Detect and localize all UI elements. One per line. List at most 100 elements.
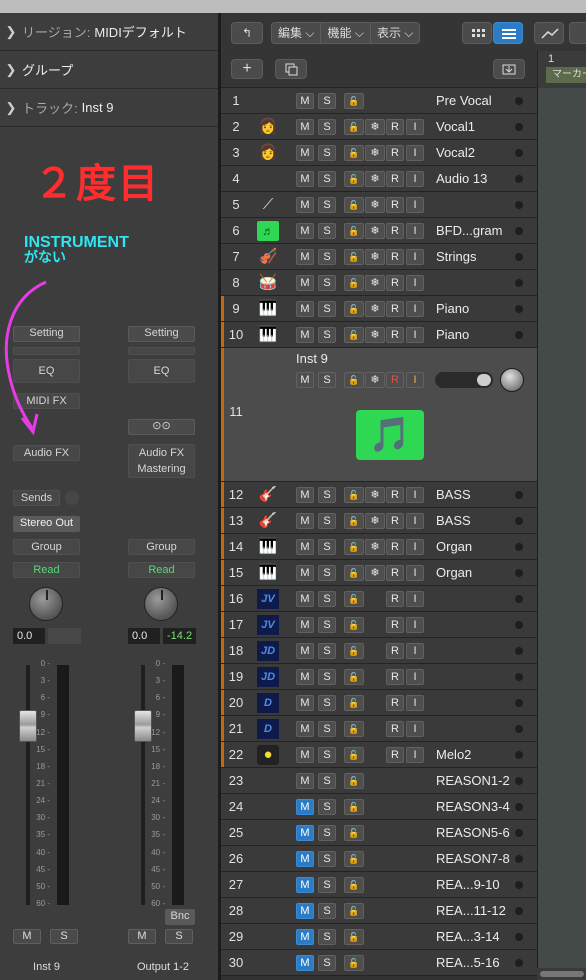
strip-mute-button[interactable]: M <box>13 929 41 944</box>
track-freeze-icon[interactable]: ❄ <box>365 249 385 265</box>
track-lock-icon[interactable]: 🔓 <box>344 721 364 737</box>
track-icon[interactable]: 🎹 <box>257 299 279 319</box>
track-freeze-icon[interactable]: ❄ <box>365 197 385 213</box>
track-name[interactable]: Inst 9 <box>296 351 328 366</box>
track-input-monitor-button[interactable]: I <box>406 695 424 711</box>
track-record-button[interactable]: R <box>386 591 404 607</box>
track-icon[interactable]: 👩 <box>257 143 279 163</box>
track-record-button[interactable]: R <box>386 197 404 213</box>
track-solo-button[interactable]: S <box>318 643 336 659</box>
track-record-button[interactable]: R <box>386 721 404 737</box>
track-lock-icon[interactable]: 🔓 <box>344 301 364 317</box>
track-row[interactable]: 27 M S 🔓 REA...9-10 <box>221 872 537 898</box>
track-solo-button[interactable]: S <box>318 929 336 945</box>
group-slot[interactable]: Group <box>13 539 80 555</box>
track-solo-button[interactable]: S <box>318 372 336 388</box>
tray-button[interactable] <box>493 59 525 79</box>
track-mute-button[interactable]: M <box>296 669 314 685</box>
track-input-monitor-button[interactable]: I <box>406 747 424 763</box>
track-name[interactable]: REA...3-14 <box>436 929 500 944</box>
track-lock-icon[interactable]: 🔓 <box>344 145 364 161</box>
track-solo-button[interactable]: S <box>318 223 336 239</box>
track-input-monitor-button[interactable]: I <box>406 513 424 529</box>
track-row[interactable]: 13 🎸 M S 🔓 ❄ R I BASS <box>221 508 537 534</box>
track-freeze-icon[interactable]: ❄ <box>365 372 385 388</box>
track-input-monitor-button[interactable]: I <box>406 197 424 213</box>
track-input-monitor-button[interactable]: I <box>406 119 424 135</box>
volume-fader[interactable] <box>19 710 37 742</box>
track-name[interactable]: Pre Vocal <box>436 93 492 108</box>
track-icon[interactable]: 🎻 <box>257 247 279 267</box>
track-freeze-icon[interactable]: ❄ <box>365 145 385 161</box>
track-lock-icon[interactable]: 🔓 <box>344 669 364 685</box>
track-lock-icon[interactable]: 🔓 <box>344 955 364 971</box>
track-mute-button[interactable]: M <box>296 223 314 239</box>
track-row[interactable]: 10 🎹 M S 🔓 ❄ R I Piano <box>221 322 537 348</box>
track-name[interactable]: Melo2 <box>436 747 471 762</box>
track-mute-button[interactable]: M <box>296 617 314 633</box>
track-name[interactable]: Piano <box>436 301 469 316</box>
track-solo-button[interactable]: S <box>318 695 336 711</box>
track-name[interactable]: Strings <box>436 249 476 264</box>
menu-function[interactable]: 機能 ⌵ <box>321 23 371 43</box>
instrument-icon[interactable]: 🎵 <box>356 410 424 460</box>
track-record-button[interactable]: R <box>386 617 404 633</box>
track-icon[interactable]: ⟋ <box>257 195 279 215</box>
add-track-button[interactable]: + <box>231 59 263 79</box>
track-name[interactable]: Piano <box>436 327 469 342</box>
track-input-monitor-button[interactable]: I <box>406 643 424 659</box>
track-lock-icon[interactable]: 🔓 <box>344 747 364 763</box>
track-solo-button[interactable]: S <box>318 171 336 187</box>
track-name[interactable]: REASON1-2 <box>436 773 510 788</box>
pan-knob[interactable] <box>29 587 63 621</box>
group-inspector-row[interactable]: ❯ グループ <box>0 51 218 89</box>
track-row[interactable]: 9 🎹 M S 🔓 ❄ R I Piano <box>221 296 537 322</box>
track-name[interactable]: REASON7-8 <box>436 851 510 866</box>
track-lock-icon[interactable]: 🔓 <box>344 275 364 291</box>
track-mute-button[interactable]: M <box>296 93 314 109</box>
track-freeze-icon[interactable]: ❄ <box>365 301 385 317</box>
track-row[interactable]: 11🎵MS🔓❄RIInst 9🎵 <box>221 348 537 482</box>
output-button[interactable]: Stereo Out <box>13 516 80 532</box>
track-row[interactable]: 23 M S 🔓 REASON1-2 <box>221 768 537 794</box>
track-row[interactable]: 6 ♬ M S 🔓 ❄ R I BFD...gram <box>221 218 537 244</box>
track-row[interactable]: 7 🎻 M S 🔓 ❄ R I Strings <box>221 244 537 270</box>
track-name[interactable]: REASON5-6 <box>436 825 510 840</box>
track-icon[interactable]: ♬ <box>257 221 279 241</box>
track-lock-icon[interactable]: 🔓 <box>344 825 364 841</box>
track-solo-button[interactable]: S <box>318 539 336 555</box>
track-name[interactable]: REA...11-12 <box>436 903 506 918</box>
track-solo-button[interactable]: S <box>318 145 336 161</box>
track-lock-icon[interactable]: 🔓 <box>344 799 364 815</box>
track-row[interactable]: 4 M S 🔓 ❄ R I Audio 13 <box>221 166 537 192</box>
track-input-monitor-button[interactable]: I <box>406 145 424 161</box>
track-mute-button[interactable]: M <box>296 721 314 737</box>
track-lock-icon[interactable]: 🔓 <box>344 223 364 239</box>
track-lock-icon[interactable]: 🔓 <box>344 591 364 607</box>
track-row[interactable]: 3 👩 M S 🔓 ❄ R I Vocal2 <box>221 140 537 166</box>
track-row[interactable]: 8 🥁 M S 🔓 ❄ R I <box>221 270 537 296</box>
track-lock-icon[interactable]: 🔓 <box>344 249 364 265</box>
track-solo-button[interactable]: S <box>318 747 336 763</box>
track-freeze-icon[interactable]: ❄ <box>365 487 385 503</box>
track-freeze-icon[interactable]: ❄ <box>365 327 385 343</box>
track-record-button[interactable]: R <box>386 643 404 659</box>
track-mute-button[interactable]: M <box>296 565 314 581</box>
track-lock-icon[interactable]: 🔓 <box>344 513 364 529</box>
track-freeze-icon[interactable]: ❄ <box>365 513 385 529</box>
track-mute-button[interactable]: M <box>296 903 314 919</box>
strip-solo-button[interactable]: S <box>165 929 193 944</box>
track-mute-button[interactable]: M <box>296 171 314 187</box>
track-row[interactable]: 25 M S 🔓 REASON5-6 <box>221 820 537 846</box>
track-lock-icon[interactable]: 🔓 <box>344 539 364 555</box>
track-lock-icon[interactable]: 🔓 <box>344 327 364 343</box>
track-input-monitor-button[interactable]: I <box>406 591 424 607</box>
track-mute-button[interactable]: M <box>296 487 314 503</box>
timeline-ruler[interactable]: 1 マーカー <box>537 51 586 88</box>
track-row[interactable]: 21 D M S 🔓 R I <box>221 716 537 742</box>
track-row[interactable]: 30 M S 🔓 REA...5-16 <box>221 950 537 976</box>
link-button[interactable]: ⊙⊙ <box>128 419 195 435</box>
track-lock-icon[interactable]: 🔓 <box>344 617 364 633</box>
track-record-button[interactable]: R <box>386 275 404 291</box>
track-icon[interactable]: 🎹 <box>257 325 279 345</box>
